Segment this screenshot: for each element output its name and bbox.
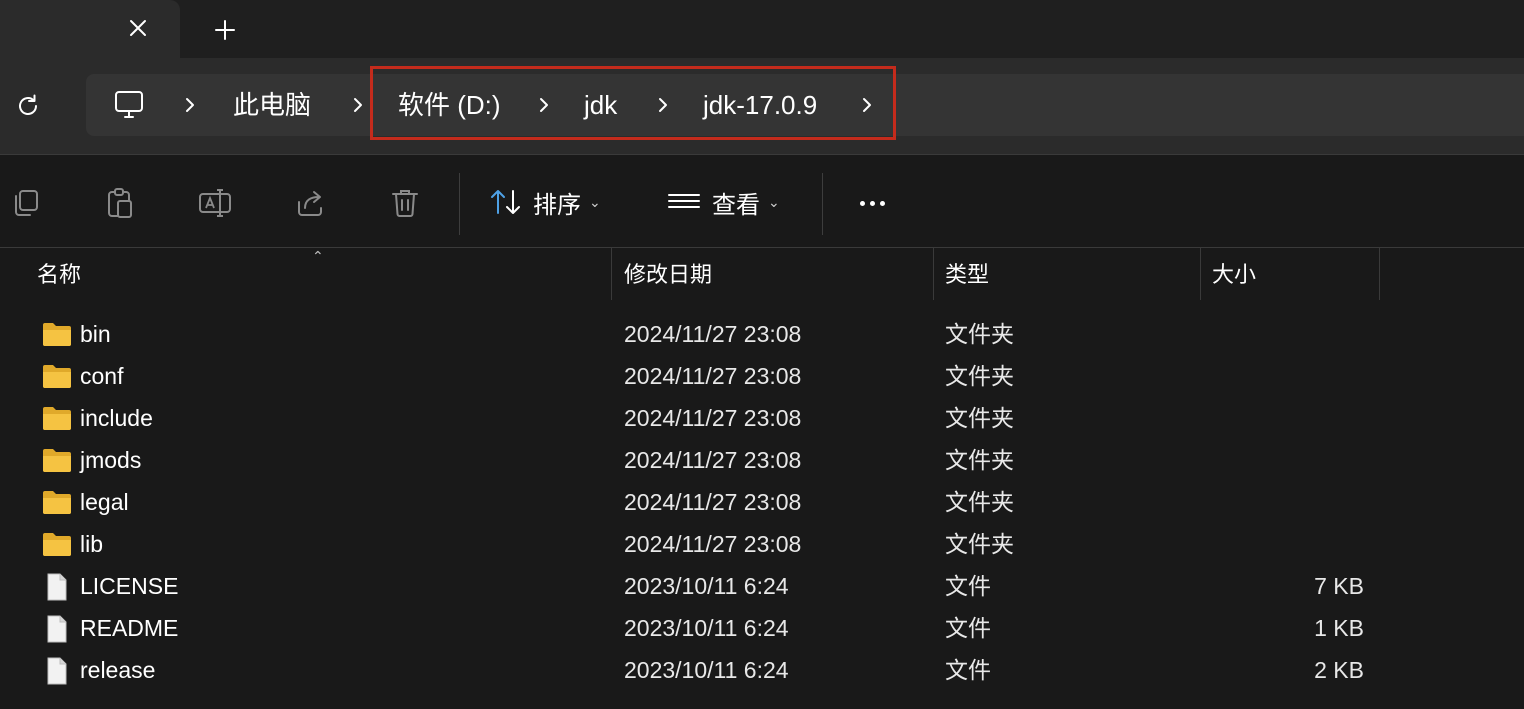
file-icon [42,573,72,601]
file-type: 文件 [945,573,991,599]
column-divider[interactable] [611,248,612,300]
toolbar-divider [822,173,823,235]
folder-icon [42,321,72,347]
chevron-right-icon[interactable] [176,91,204,119]
file-date: 2024/11/27 23:08 [624,447,802,473]
view-icon [668,194,700,208]
file-type: 文件夹 [945,321,1014,347]
chevron-right-icon[interactable] [344,91,372,119]
table-row[interactable]: LICENSE 2023/10/11 6:24 文件 7 KB [0,565,1524,607]
breadcrumb-item-jdk[interactable]: jdk [584,74,617,136]
column-header-name[interactable]: 名称 [37,248,81,302]
refresh-icon[interactable] [6,84,50,128]
folder-icon [42,363,72,389]
delete-icon[interactable] [387,185,423,221]
folder-icon [42,531,72,557]
close-icon[interactable] [118,8,158,48]
breadcrumb-item-drive-d[interactable]: 软件 (D:) [398,74,501,136]
file-type: 文件夹 [945,489,1014,515]
file-date: 2023/10/11 6:24 [624,615,789,641]
file-date: 2023/10/11 6:24 [624,657,789,683]
breadcrumb-item-this-pc[interactable]: 此电脑 [233,74,311,136]
rename-icon[interactable] [197,185,233,221]
chevron-right-icon[interactable] [853,91,881,119]
file-type: 文件 [945,657,991,683]
folder-icon [42,447,72,473]
sort-icon [491,190,520,214]
column-divider[interactable] [1379,248,1380,300]
active-tab[interactable] [0,0,180,58]
column-header-date[interactable]: 修改日期 [624,248,712,302]
table-row[interactable]: bin 2024/11/27 23:08 文件夹 [0,313,1524,355]
file-date: 2024/11/27 23:08 [624,321,802,347]
file-date: 2024/11/27 23:08 [624,489,802,515]
share-icon[interactable] [293,185,329,221]
column-divider[interactable] [933,248,934,300]
file-name[interactable]: lib [80,523,103,565]
table-row[interactable]: legal 2024/11/27 23:08 文件夹 [0,481,1524,523]
table-row[interactable]: include 2024/11/27 23:08 文件夹 [0,397,1524,439]
file-type: 文件夹 [945,531,1014,557]
file-type: 文件夹 [945,363,1014,389]
column-divider[interactable] [1200,248,1201,300]
file-list: ⌃ 名称 修改日期 类型 大小 bin 2024/11/27 23:08 文件夹 co… [0,248,1524,709]
chevron-down-icon: ⌄ [589,193,601,210]
file-size: 1 KB [1314,615,1364,641]
computer-icon[interactable] [112,88,146,122]
file-date: 2024/11/27 23:08 [624,531,802,557]
file-name[interactable]: include [80,397,153,439]
table-row[interactable]: jmods 2024/11/27 23:08 文件夹 [0,439,1524,481]
table-row[interactable]: lib 2024/11/27 23:08 文件夹 [0,523,1524,565]
breadcrumb[interactable]: 此电脑 软件 (D:) jdk jdk-17.0.9 [86,66,1524,140]
file-type: 文件夹 [945,405,1014,431]
file-name[interactable]: conf [80,355,123,397]
file-size: 7 KB [1314,573,1364,599]
table-row[interactable]: conf 2024/11/27 23:08 文件夹 [0,355,1524,397]
table-row[interactable]: release 2023/10/11 6:24 文件 2 KB [0,649,1524,691]
file-type: 文件 [945,615,991,641]
chevron-right-icon[interactable] [649,91,677,119]
folder-icon [42,405,72,431]
tab-strip [0,0,1524,58]
copy-icon[interactable] [8,185,44,221]
command-bar: 排序 ⌄ 查看 ⌄ [0,154,1524,248]
file-type: 文件夹 [945,447,1014,473]
file-name[interactable]: legal [80,481,129,523]
chevron-right-icon[interactable] [530,91,558,119]
file-name[interactable]: release [80,649,155,691]
file-name[interactable]: README [80,607,178,649]
file-name[interactable]: LICENSE [80,565,178,607]
address-row: 此电脑 软件 (D:) jdk jdk-17.0.9 [0,58,1524,154]
column-header-size[interactable]: 大小 [1212,248,1256,302]
file-icon [42,657,72,685]
table-row[interactable]: README 2023/10/11 6:24 文件 1 KB [0,607,1524,649]
paste-icon[interactable] [102,185,138,221]
file-name[interactable]: bin [80,313,111,355]
breadcrumb-item-jdk-17[interactable]: jdk-17.0.9 [703,74,817,136]
file-date: 2024/11/27 23:08 [624,363,802,389]
file-icon [42,615,72,643]
file-name[interactable]: jmods [80,439,141,481]
view-button[interactable]: 查看 ⌄ [666,180,780,224]
view-label: 查看 [712,191,760,219]
more-icon[interactable] [846,185,898,221]
sort-button[interactable]: 排序 ⌄ [489,180,601,224]
sort-up-indicator-icon: ⌃ [312,248,324,264]
sort-label: 排序 [533,191,581,219]
column-header-type[interactable]: 类型 [945,248,989,302]
toolbar-divider [459,173,460,235]
file-date: 2024/11/27 23:08 [624,405,802,431]
plus-icon[interactable] [205,10,245,50]
file-size: 2 KB [1314,657,1364,683]
file-date: 2023/10/11 6:24 [624,573,789,599]
chevron-down-icon: ⌄ [768,193,780,210]
folder-icon [42,489,72,515]
